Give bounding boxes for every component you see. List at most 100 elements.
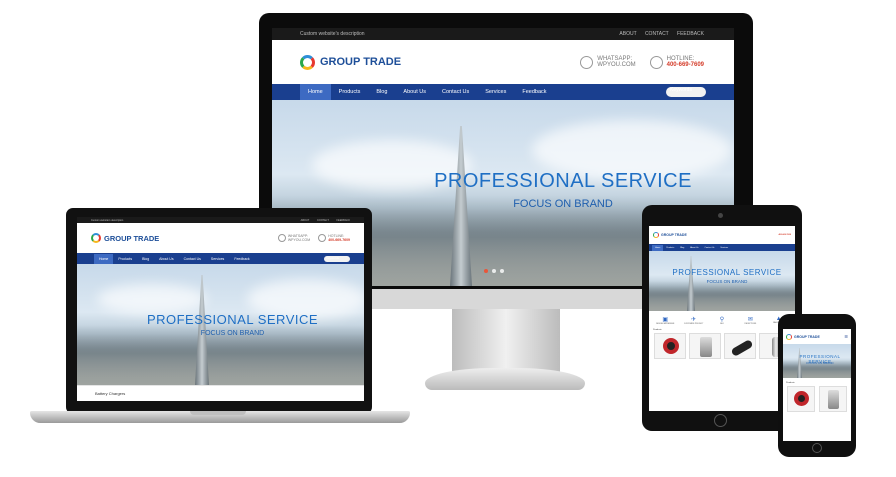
monitor-foot	[425, 368, 585, 390]
hero-banner: PROFESSIONAL SERVICE FOCUS ON BRAND	[649, 251, 795, 311]
contact-info: WHATSAPP: WPYOU.COM HOTLINE: 400-669-760…	[580, 55, 704, 69]
main-nav: Home Products Blog About Us Contact Us S…	[272, 84, 734, 100]
section-title: Battery Chargers	[95, 391, 126, 396]
top-links: ABOUT CONTACT FEEDBACK	[294, 219, 350, 222]
chat-icon: ✉	[747, 317, 753, 323]
feature-item: ✉ RECEPTIONS	[737, 316, 763, 325]
hero-title: PROFESSIONAL SERVICE	[434, 170, 692, 192]
top-link-feedback[interactable]: FEEDBACK	[677, 31, 704, 37]
site-header: GROUP TRADE 400-669-7609	[649, 226, 795, 244]
top-link-feedback[interactable]: FEEDBACK	[337, 219, 350, 222]
product-card[interactable]	[787, 386, 815, 412]
site-description: Custom website's description	[91, 218, 124, 222]
product-card[interactable]	[688, 333, 721, 359]
phone-home-button[interactable]	[812, 443, 822, 453]
logo[interactable]: GROUP TRADE	[786, 333, 820, 340]
nav-blog[interactable]: Blog	[137, 254, 154, 264]
feature-item: ✈ CUSTOMIZE PROJECT	[681, 316, 707, 325]
logo[interactable]: GROUP TRADE	[653, 232, 687, 238]
menu-icon[interactable]: ☰	[844, 334, 848, 339]
hero-banner: PROFESSIONAL SERVICE FOCUS ON BRAND	[783, 344, 851, 378]
nav-about[interactable]: About Us	[395, 84, 434, 100]
site-header: GROUP TRADE ☰	[783, 329, 851, 344]
nav-services[interactable]: Services	[477, 84, 514, 100]
main-nav: Home Products Blog About Us Contact Us S…	[77, 253, 364, 264]
nav-products[interactable]: Products	[663, 245, 677, 251]
site-description: Custom website's description	[300, 31, 365, 37]
tablet-camera	[718, 213, 723, 218]
nav-blog[interactable]: Blog	[677, 245, 687, 251]
search-icon: ⚲	[719, 317, 725, 323]
nav-about[interactable]: About Us	[687, 245, 701, 251]
logo[interactable]: GROUP TRADE	[300, 54, 402, 70]
whatsapp-icon	[580, 55, 594, 69]
logo[interactable]: GROUP TRADE	[91, 233, 159, 243]
top-links: ABOUT CONTACT FEEDBACK	[612, 31, 704, 37]
logo-icon	[300, 54, 315, 70]
feature-row: ▣ DESIGN IMPRESSIVE ✈ CUSTOMIZE PROJECT …	[649, 311, 795, 327]
logo-text: GROUP TRADE	[794, 334, 820, 339]
site-header: GROUP TRADE WHATSAPP: WPYOU.COM HOTLINE:…	[272, 40, 734, 84]
hero-banner: PROFESSIONAL SERVICE FOCUS ON BRAND	[77, 264, 364, 385]
plane-icon: ✈	[691, 317, 697, 323]
logo-icon	[786, 333, 792, 340]
logo-text: GROUP TRADE	[661, 233, 687, 237]
nav-contact[interactable]: Contact Us	[702, 245, 718, 251]
laptop-notch	[190, 411, 246, 415]
product-card[interactable]	[653, 333, 686, 359]
phone-screen: GROUP TRADE ☰ PROFESSIONAL SERVICE FOCUS…	[783, 329, 851, 441]
feature-title: RECEPTIONS	[744, 323, 757, 325]
top-link-about[interactable]: ABOUT	[619, 31, 636, 37]
logo-icon	[653, 232, 659, 238]
products-heading: Products	[786, 382, 795, 384]
whatsapp-icon	[277, 234, 286, 242]
product-grid	[783, 386, 851, 412]
nav-services[interactable]: Services	[206, 254, 229, 264]
top-link-about[interactable]: ABOUT	[301, 219, 310, 222]
tablet-home-button[interactable]	[714, 414, 727, 427]
nav-about[interactable]: About Us	[154, 254, 178, 264]
phone-icon	[318, 234, 327, 242]
laptop-screen: Custom website's description ABOUT CONTA…	[77, 217, 364, 401]
logo-text: GROUP TRADE	[104, 233, 160, 243]
tablet-screen: GROUP TRADE 400-669-7609 Home Products B…	[649, 226, 795, 411]
nav-home[interactable]: Home	[652, 244, 664, 251]
nav-products[interactable]: Products	[331, 84, 369, 100]
logo-text: GROUP TRADE	[320, 56, 402, 68]
hotline-value: 400-669-7609	[328, 238, 350, 242]
top-link-contact[interactable]: CONTACT	[645, 31, 669, 37]
contact-info: WHATSAPP: WPYOU.COM HOTLINE: 400-669-760…	[277, 234, 350, 242]
product-card[interactable]	[723, 333, 756, 359]
nav-contact[interactable]: Contact Us	[179, 254, 206, 264]
search-input[interactable]: Keywords	[666, 87, 706, 97]
hero-subtitle: FOCUS ON BRAND	[706, 279, 748, 284]
nav-contact[interactable]: Contact Us	[434, 84, 477, 100]
site-header: GROUP TRADE WHATSAPP: WPYOU.COM HOTLINE:…	[77, 223, 364, 253]
nav-home[interactable]: Home	[94, 253, 114, 264]
nav-blog[interactable]: Blog	[368, 84, 395, 100]
hero-title: PROFESSIONAL SERVICE	[672, 268, 782, 277]
top-link-contact[interactable]: CONTACT	[317, 219, 329, 222]
hotline-value: 400-669-7609	[666, 62, 704, 68]
contact-info: 400-669-7609	[779, 234, 791, 236]
main-nav: Home Products Blog About Us Contact Us S…	[649, 244, 795, 251]
search-placeholder: Keywords	[326, 255, 340, 260]
nav-services[interactable]: Services	[717, 245, 731, 251]
section-bar: Battery Chargers	[77, 385, 364, 401]
top-bar: Custom website's description ABOUT CONTA…	[272, 28, 734, 40]
whatsapp-value: WPYOU.COM	[287, 238, 311, 242]
nav-products[interactable]: Products	[113, 254, 137, 264]
hotline-value: 400-669-7609	[778, 234, 791, 236]
hero-subtitle: FOCUS ON BRAND	[806, 361, 834, 365]
phone-icon	[649, 55, 663, 69]
product-card[interactable]	[819, 386, 847, 412]
nav-feedback[interactable]: Feedback	[514, 84, 554, 100]
product-grid	[649, 333, 795, 359]
hero-title: PROFESSIONAL SERVICE	[146, 312, 319, 327]
logo-icon	[91, 233, 101, 243]
hero-subtitle: FOCUS ON BRAND	[200, 330, 265, 337]
nav-feedback[interactable]: Feedback	[229, 254, 254, 264]
nav-home[interactable]: Home	[300, 84, 331, 100]
search-input[interactable]: Keywords	[324, 255, 350, 262]
slider-dots[interactable]	[482, 260, 506, 278]
